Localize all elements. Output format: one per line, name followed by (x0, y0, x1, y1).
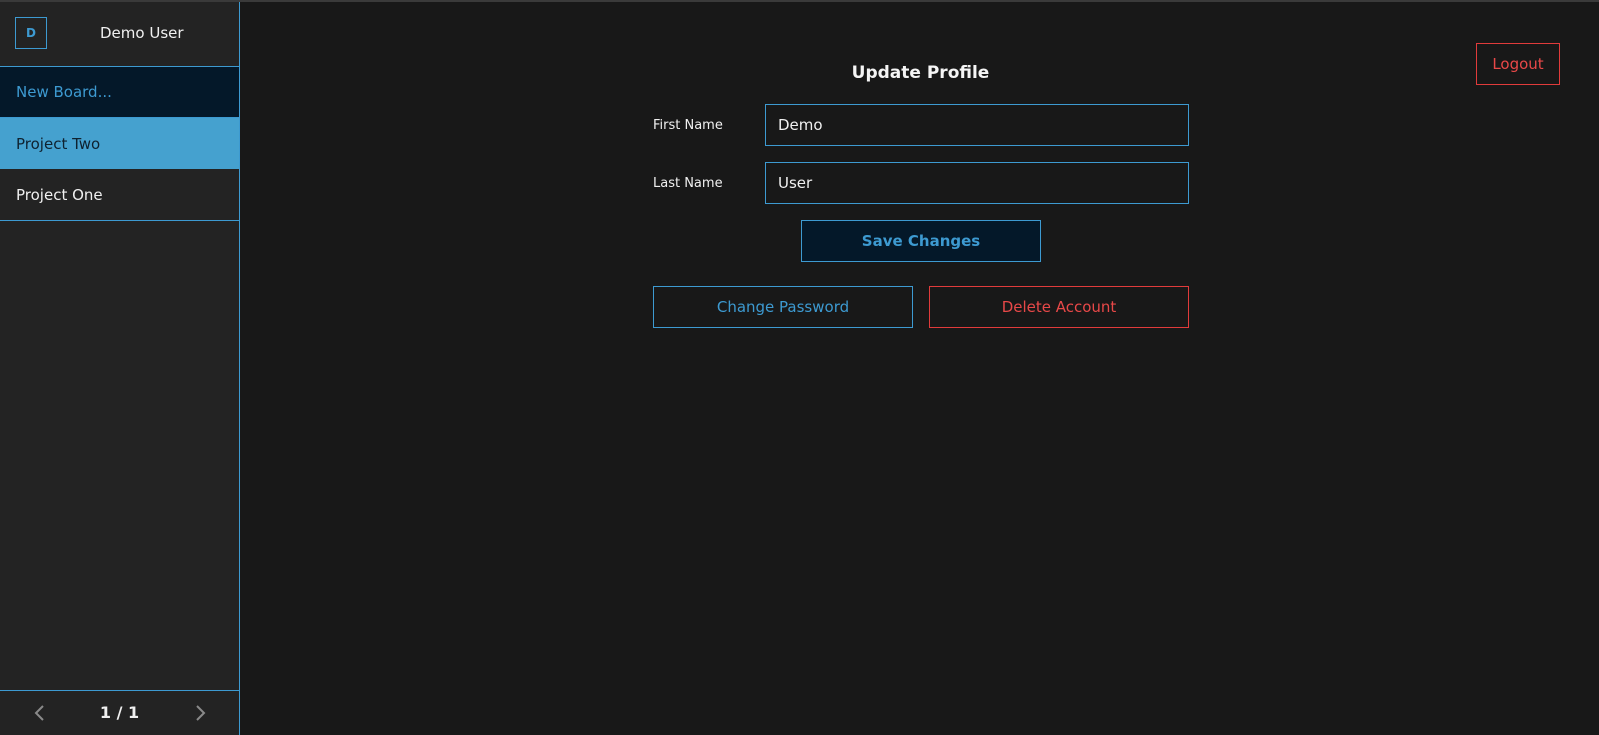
last-name-label: Last Name (653, 176, 723, 191)
user-name: Demo User (100, 24, 184, 42)
first-name-field[interactable] (765, 104, 1189, 146)
save-changes-button[interactable]: Save Changes (801, 220, 1041, 262)
new-board-button[interactable]: New Board... (0, 67, 239, 118)
user-header: D Demo User (0, 2, 239, 67)
page-title: Update Profile (851, 63, 990, 83)
avatar[interactable]: D (15, 17, 47, 49)
pagination: 1 / 1 (0, 690, 239, 735)
logout-button[interactable]: Logout (1476, 43, 1560, 85)
delete-account-button[interactable]: Delete Account (929, 286, 1189, 328)
sidebar: D Demo User New Board... Project Two Pro… (0, 2, 240, 735)
app-window: D Demo User New Board... Project Two Pro… (0, 0, 1599, 735)
last-name-field[interactable] (765, 162, 1189, 204)
first-name-label: First Name (653, 118, 723, 133)
sidebar-item-project-one[interactable]: Project One (0, 169, 239, 221)
sidebar-item-project-two[interactable]: Project Two (0, 118, 239, 169)
chevron-right-icon[interactable] (190, 703, 210, 723)
change-password-button[interactable]: Change Password (653, 286, 913, 328)
